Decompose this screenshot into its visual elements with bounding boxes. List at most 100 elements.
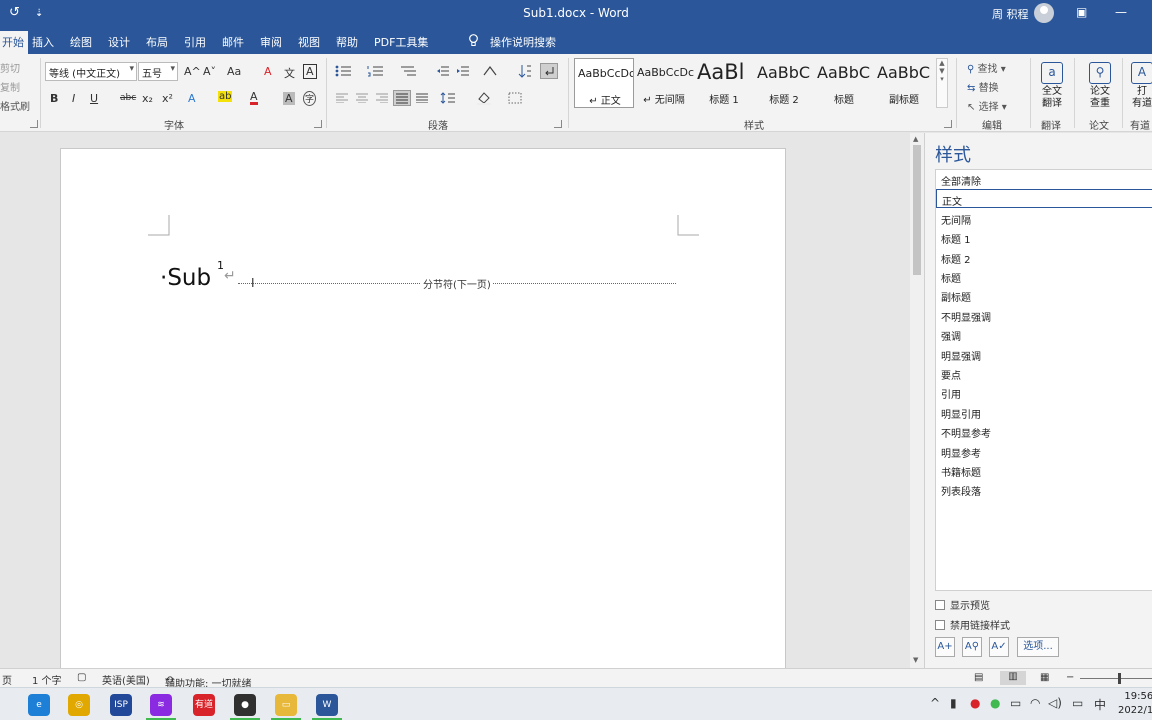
styles-pane-item[interactable]: 正文 [936,189,1152,209]
style-gallery-item[interactable]: AaBbC 副标题 [874,58,934,108]
grow-font-icon[interactable]: A^ [184,65,201,78]
read-mode-icon[interactable]: ▤ [974,672,983,683]
tell-me-search[interactable]: 操作说明搜索 [490,34,556,50]
borders-icon[interactable] [508,92,522,107]
italic-button[interactable]: I [72,92,75,105]
taskbar-app-youdao-icon[interactable]: 有道 [193,694,215,716]
superscript-button[interactable]: x² [162,92,173,105]
cut-button[interactable]: 剪切 [0,60,20,75]
tab-mailings[interactable]: 邮件 [222,34,244,50]
styles-pane-item[interactable]: 明显强调 [936,345,1152,364]
battery-icon[interactable]: ▭ [1010,696,1021,710]
disable-linked-styles-checkbox[interactable]: 禁用链接样式 [935,617,1010,632]
taskbar-app-chrome-icon[interactable]: ◎ [68,694,90,716]
tab-view[interactable]: 视图 [298,34,320,50]
justify-icon[interactable] [393,90,411,106]
document-page[interactable]: ·Sub 1 ↵ 分节符(下一页) I [60,148,786,668]
gallery-scroll[interactable]: ▲ ▼ ▾ [936,58,948,108]
asian-layout-icon[interactable] [482,65,498,80]
styles-pane-item[interactable]: 强调 [936,325,1152,344]
ime-indicator[interactable]: 中 [1094,696,1106,713]
bold-button[interactable]: B [50,92,58,105]
web-layout-icon[interactable]: ▦ [1040,672,1049,683]
paragraph-launcher-icon[interactable] [554,120,562,128]
new-style-button[interactable]: A+ [935,637,955,657]
font-name-combo[interactable]: 等线 (中文正文) ▾ [45,62,137,81]
style-gallery-item[interactable]: AaBl 标题 1 [694,58,754,108]
select-button[interactable]: ↖ 选择 ▾ [967,98,1007,113]
styles-pane-item[interactable]: 明显引用 [936,403,1152,422]
style-gallery-item[interactable]: AaBbCcDc ↵ 正文 [574,58,634,108]
taskbar-app-edge-icon[interactable]: e [28,694,50,716]
styles-pane-item[interactable]: 不明显强调 [936,306,1152,325]
style-gallery-item[interactable]: AaBbC 标题 2 [754,58,814,108]
bullets-icon[interactable] [335,65,353,80]
taskbar-app-isp-icon[interactable]: ISP [110,694,132,716]
highlight-icon[interactable]: ab [218,91,233,102]
volume-icon[interactable]: ◁) [1048,696,1062,710]
keyboard-icon[interactable]: ▭ [1072,696,1083,710]
taskbar-app-matrix-icon[interactable]: ≋ [150,694,172,716]
scrollbar-thumb[interactable] [913,145,921,275]
tab-layout[interactable]: 布局 [146,34,168,50]
tab-design[interactable]: 设计 [108,34,130,50]
clear-formatting-icon[interactable]: A [264,65,272,78]
full-text-translate-button[interactable]: a 全文 翻译 [1036,62,1068,110]
character-shading-icon[interactable]: A [283,92,295,105]
tab-draw[interactable]: 绘图 [70,34,92,50]
paragraph-sub[interactable]: ·Sub 1 ↵ [160,259,236,291]
font-size-combo[interactable]: 五号 ▾ [138,62,178,81]
styles-pane-item[interactable]: 全部清除 [936,170,1152,189]
style-gallery-item[interactable]: AaBbC 标题 [814,58,874,108]
replace-button[interactable]: ⇆ 替换 [967,79,999,94]
align-right-icon[interactable] [375,93,389,106]
footnote-reference[interactable]: 1 [217,259,224,272]
copy-button[interactable]: 复制 [0,79,20,94]
tab-insert[interactable]: 插入 [32,34,54,50]
shrink-font-icon[interactable]: A˅ [203,65,216,78]
zoom-slider[interactable] [1080,678,1152,679]
tray-app-icon[interactable]: ● [970,696,980,710]
microphone-icon[interactable]: ▮ [950,696,957,710]
decrease-indent-icon[interactable] [436,65,450,80]
styles-pane-item[interactable]: 引用 [936,383,1152,402]
tab-review[interactable]: 审阅 [260,34,282,50]
vertical-scrollbar[interactable]: ▲ ▼ [910,133,924,668]
styles-pane-item[interactable]: 副标题 [936,286,1152,305]
network-icon[interactable]: ◠ [1030,696,1040,710]
styles-pane-item[interactable]: 书籍标题 [936,461,1152,480]
tab-home[interactable]: 开始 [0,31,28,54]
show-preview-checkbox[interactable]: 显示预览 [935,597,990,612]
underline-button[interactable]: U [90,92,98,105]
styles-launcher-icon[interactable] [944,120,952,128]
styles-pane-item[interactable]: 列表段落 [936,480,1152,499]
font-color-icon[interactable]: A [250,91,258,105]
increase-indent-icon[interactable] [456,65,470,80]
tray-chevron-icon[interactable]: ^ [930,696,940,710]
zoom-slider-thumb[interactable] [1118,673,1121,684]
styles-pane-item[interactable]: 不明显参考 [936,422,1152,441]
styles-list[interactable]: 全部清除 正文 无间隔 标题 1 标题 2 标题 副标题 不明显强调 强调 明显强调 要点 引用 明显引… [935,169,1152,591]
style-inspector-button[interactable]: A⚲ [962,637,982,657]
styles-pane-item[interactable]: 无间隔 [936,209,1152,228]
avatar[interactable] [1034,3,1054,23]
page-indicator[interactable]: 页 [2,672,12,687]
line-spacing-icon[interactable] [440,92,456,107]
align-left-icon[interactable] [335,93,349,106]
taskbar-app-obs-icon[interactable]: ● [234,694,256,716]
style-gallery-item[interactable]: AaBbCcDc ↵ 无间隔 [634,58,694,108]
format-painter-button[interactable]: 格式刷 [0,98,30,113]
styles-pane-item[interactable]: 标题 [936,267,1152,286]
find-button[interactable]: ⚲ 查找 ▾ [967,60,1006,75]
ribbon-display-options-icon[interactable]: ▣ [1076,5,1087,19]
change-case-icon[interactable]: Aa [227,65,241,78]
scroll-down-icon[interactable]: ▼ [913,656,918,664]
subscript-button[interactable]: x₂ [142,92,153,105]
phonetic-guide-icon[interactable]: 文 [284,65,295,81]
show-paragraph-marks-icon[interactable] [540,63,558,79]
language-indicator[interactable]: 英语(美国) [102,672,150,687]
styles-pane-item[interactable]: 要点 [936,364,1152,383]
scroll-up-icon[interactable]: ▲ [913,135,918,143]
options-button[interactable]: 选项... [1017,637,1059,657]
tab-help[interactable]: 帮助 [336,34,358,50]
